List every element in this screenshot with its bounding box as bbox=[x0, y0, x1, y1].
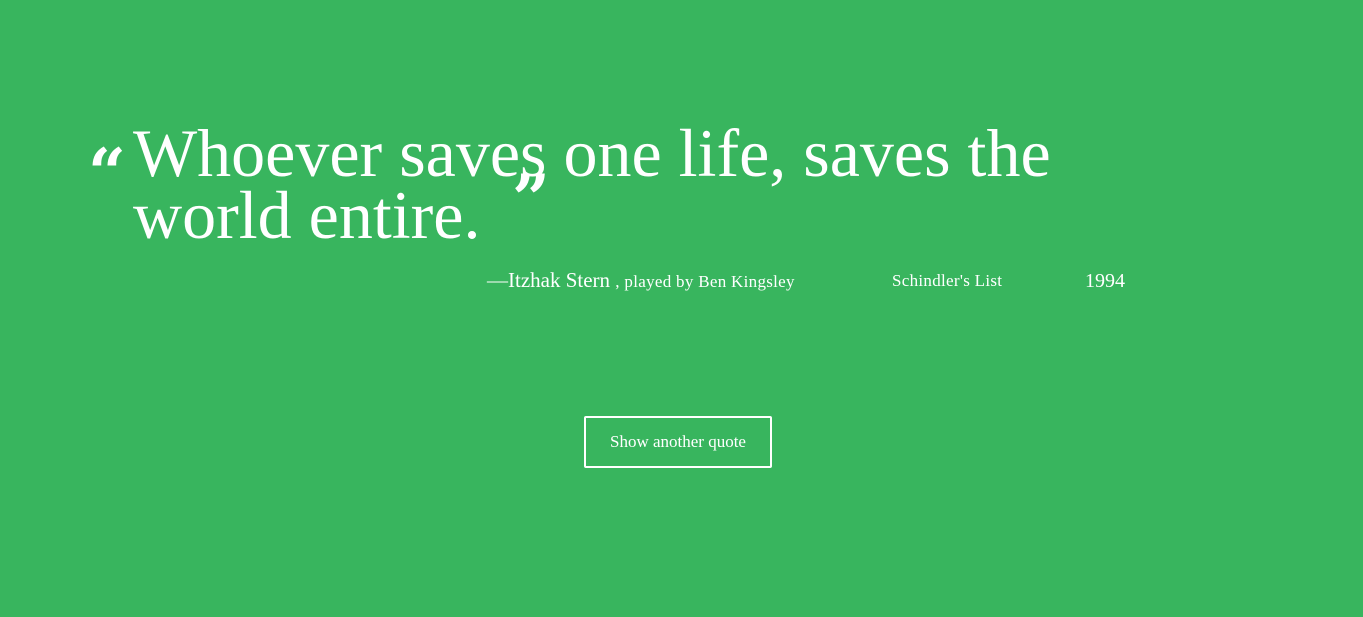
character-name: —Itzhak Stern bbox=[487, 268, 611, 292]
quote-attribution: —Itzhak Stern , played by Ben Kingsley bbox=[487, 268, 795, 293]
actor-name: , played by Ben Kingsley bbox=[615, 272, 795, 291]
movie-title: Schindler's List bbox=[892, 271, 1003, 290]
movie-year: 1994 bbox=[1085, 270, 1125, 292]
close-quote-icon: ” bbox=[512, 160, 550, 238]
quote-block: “ Whoever saves one life, saves the worl… bbox=[0, 0, 1363, 617]
quote-text: Whoever saves one life, saves the world … bbox=[133, 115, 1051, 253]
show-another-quote-button[interactable]: Show another quote bbox=[584, 416, 772, 468]
open-quote-icon: “ bbox=[88, 134, 126, 212]
